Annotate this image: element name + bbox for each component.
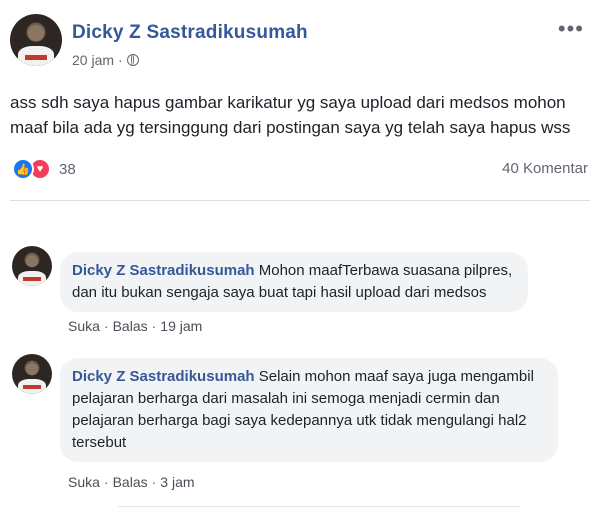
reply-link[interactable]: Balas — [113, 474, 148, 490]
comment-time[interactable]: 3 jam — [160, 474, 194, 490]
comment-bubble: Dicky Z Sastradikusumah Mohon maafTerbaw… — [60, 252, 528, 312]
action-separator: · — [151, 474, 157, 490]
like-icon: 👍 — [12, 158, 34, 180]
post-meta: 20 jam · — [72, 52, 139, 68]
more-options-icon[interactable]: ••• — [558, 16, 584, 42]
globe-icon[interactable] — [126, 54, 139, 66]
comment-actions: Suka · Balas · 3 jam — [68, 474, 195, 490]
like-link[interactable]: Suka — [68, 318, 100, 334]
commenter-avatar[interactable] — [12, 246, 52, 286]
action-separator: · — [151, 318, 157, 334]
post-divider — [10, 200, 590, 201]
meta-separator: · — [118, 52, 123, 68]
commenter-avatar[interactable] — [12, 354, 52, 394]
comment-count-link[interactable]: 40 Komentar — [502, 160, 588, 177]
reaction-count: 38 — [59, 160, 76, 178]
commenter-name[interactable]: Dicky Z Sastradikusumah — [72, 262, 255, 279]
avatar-face — [26, 362, 38, 375]
comment-actions: Suka · Balas · 19 jam — [68, 318, 202, 334]
like-link[interactable]: Suka — [68, 474, 100, 490]
avatar-tag — [23, 277, 41, 282]
avatar-face — [28, 25, 44, 42]
avatar-tag — [24, 54, 48, 60]
post-text: ass sdh saya hapus gambar karikatur yg s… — [10, 93, 571, 137]
action-separator: · — [103, 474, 109, 490]
reply-link[interactable]: Balas — [113, 318, 148, 334]
comment-time[interactable]: 19 jam — [160, 318, 202, 334]
bottom-divider — [118, 506, 520, 507]
avatar-tag — [23, 385, 41, 390]
commenter-name[interactable]: Dicky Z Sastradikusumah — [72, 368, 255, 385]
reactions-summary[interactable]: 👍 ♥ 38 — [12, 158, 76, 180]
reaction-icons: 👍 ♥ — [12, 158, 51, 180]
post-time[interactable]: 20 jam — [72, 52, 114, 68]
post-author-avatar[interactable] — [10, 14, 62, 66]
action-separator: · — [103, 318, 109, 334]
post: Dicky Z Sastradikusumah 20 jam · ••• ass… — [0, 0, 600, 201]
comment-bubble: Dicky Z Sastradikusumah Selain mohon maa… — [60, 358, 558, 462]
post-author-name[interactable]: Dicky Z Sastradikusumah — [72, 22, 308, 44]
avatar-face — [26, 254, 38, 267]
